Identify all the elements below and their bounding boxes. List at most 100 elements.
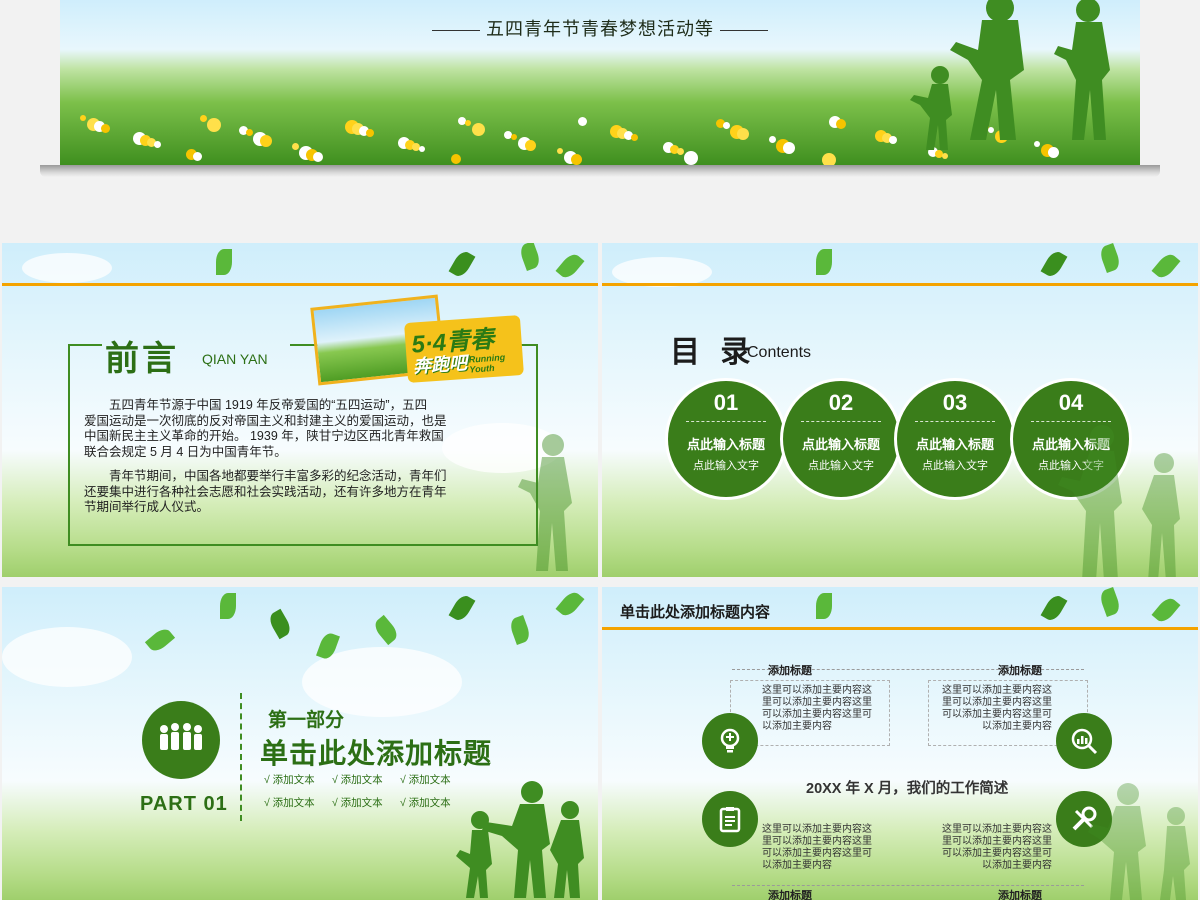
banner-slide[interactable]: 五四青年节青春梦想活动等 (60, 0, 1140, 165)
text-line: 里可以添加主要内容这里 (942, 836, 1052, 847)
text-line: 还要集中进行各种社会志愿和社会实践活动，还有许多地方在青年 (84, 484, 447, 499)
flower (260, 135, 272, 147)
flower (193, 152, 202, 161)
add-text-item[interactable]: √ 添加文本 (332, 795, 383, 810)
text-line: 可以添加主要内容这里可 (762, 709, 872, 720)
item-title: 点此输入标题 (915, 437, 994, 452)
flower (207, 118, 221, 132)
banner-shadow (40, 165, 1160, 177)
text-line: 青年节期间，中国各地都要举行丰富多彩的纪念活动，青年们 (109, 469, 447, 483)
youth-logo: 5·4青春 奔跑吧 Running Youth (404, 315, 524, 383)
cloud (2, 627, 132, 687)
banner-title: 五四青年节青春梦想活动等 (486, 19, 714, 39)
flower (80, 115, 86, 121)
leaf (555, 250, 585, 282)
leaf (371, 614, 401, 646)
flower (419, 146, 425, 152)
flower (557, 148, 563, 154)
flower (677, 148, 684, 155)
block-heading: 添加标题 (998, 665, 1042, 677)
item-subtitle: 点此输入文字 (922, 460, 988, 472)
preface-paragraph-2: 青年节期间，中国各地都要举行丰富多彩的纪念活动，青年们 还要集中进行各种社会志愿… (84, 469, 524, 516)
item-number: 03 (942, 390, 968, 415)
contents-slide[interactable]: 目 录 Contents 01 点此输入标题 点此输入文字 02 点此输入标题 … (602, 243, 1198, 577)
block-heading: 添加标题 (998, 890, 1042, 900)
part-slide[interactable]: PART 01 第一部分 单击此处添加标题 √ 添加文本 √ 添加文本 √ 添加… (2, 587, 598, 900)
text-line: 里可以添加主要内容这里 (942, 697, 1052, 708)
item-number: 01 (713, 390, 739, 415)
block-text: 这里可以添加主要内容这 里可以添加主要内容这里 可以添加主要内容这里可 以添加主… (940, 824, 1052, 872)
text-line: 可以添加主要内容这里可 (942, 848, 1052, 859)
text-line: 这里可以添加主要内容这 (762, 685, 872, 696)
leaf (266, 608, 294, 640)
add-text-item[interactable]: √ 添加文本 (264, 772, 315, 787)
flower (511, 134, 517, 140)
flower (472, 123, 485, 136)
preface-subtitle: QIAN YAN (202, 351, 268, 367)
text-line: 这里可以添加主要内容这 (762, 824, 872, 835)
flower (313, 152, 323, 162)
contents-subtitle: Contents (747, 344, 812, 361)
leaf (448, 248, 476, 280)
title-dash-right (720, 29, 768, 31)
contents-item-1[interactable]: 01 点此输入标题 点此输入文字 (665, 378, 787, 500)
leaf (144, 625, 176, 655)
part-title[interactable]: 单击此处添加标题 (260, 732, 492, 772)
flower (783, 142, 795, 154)
cloud (22, 253, 112, 283)
block-heading: 添加标题 (768, 890, 812, 900)
text-line: 以添加主要内容 (762, 860, 832, 871)
text-line: 中国新民主主义革命的开始。 1939 年，陕甘宁边区西北青年救国 (84, 429, 444, 443)
block-text: 这里可以添加主要内容这 里可以添加主要内容这里 可以添加主要内容这里可 以添加主… (762, 824, 874, 872)
slide-title[interactable]: 单击此处添加标题内容 (620, 601, 770, 622)
contents-title: 目 录 (670, 336, 757, 369)
logo-line3: Running Youth (468, 352, 506, 375)
flower (723, 122, 730, 129)
text-line: 以添加主要内容 (762, 721, 832, 732)
lightbulb-icon (702, 713, 758, 769)
contents-item-3[interactable]: 03 点此输入标题 点此输入文字 (894, 378, 1016, 500)
leaf (220, 593, 236, 619)
block-text: 这里可以添加主要内容这 里可以添加主要内容这里 可以添加主要内容这里可 以添加主… (940, 685, 1052, 733)
contents-item-2[interactable]: 02 点此输入标题 点此输入文字 (780, 378, 902, 500)
item-divider (801, 421, 881, 422)
text-line: 以添加主要内容 (982, 860, 1052, 871)
leaf (1040, 592, 1068, 624)
add-text-item[interactable]: √ 添加文本 (264, 795, 315, 810)
item-subtitle: 点此输入文字 (808, 460, 874, 472)
logo-line2: 奔跑吧 (412, 352, 468, 377)
running-kids-silhouette (456, 781, 584, 898)
text-line: 可以添加主要内容这里可 (942, 709, 1052, 720)
title-dash-left (432, 29, 480, 31)
text-line: 节期间举行成人仪式。 (84, 500, 210, 514)
text-line: 可以添加主要内容这里可 (762, 848, 872, 859)
preface-slide[interactable]: 前言 QIAN YAN 5·4青春 奔跑吧 Running Youth 五四青年… (2, 243, 598, 577)
leaf (1151, 250, 1181, 282)
flower (578, 117, 587, 126)
runner-silhouette (1058, 425, 1180, 577)
flower (631, 134, 638, 141)
flower (465, 120, 471, 126)
running-kids-silhouette (910, 0, 1110, 150)
leaf (1151, 594, 1181, 626)
people-group-icon (142, 701, 220, 779)
flower (737, 128, 749, 140)
block-text: 这里可以添加主要内容这 里可以添加主要内容这里 可以添加主要内容这里可 以添加主… (762, 685, 874, 733)
flower (366, 129, 374, 137)
leaf (1098, 587, 1122, 617)
flower (525, 140, 536, 151)
flower (684, 151, 698, 165)
leaf (216, 249, 232, 275)
part-heading: 第一部分 (268, 710, 345, 731)
work-slide[interactable]: 单击此处添加标题内容 添加标题 这里可以添加主要内容这 里可以添加主要内容这里 … (602, 587, 1198, 900)
part-label: PART 01 (140, 793, 228, 815)
flower (101, 124, 110, 133)
header-divider (602, 283, 1198, 286)
work-summary-heading: 20XX 年 X 月，我们的工作简述 (806, 781, 1009, 797)
item-title: 点此输入标题 (801, 437, 880, 452)
leaf (448, 592, 476, 624)
text-line: 里可以添加主要内容这里 (762, 697, 872, 708)
add-text-item[interactable]: √ 添加文本 (332, 772, 383, 787)
flower (154, 141, 161, 148)
text-line: 爱国运动是一次彻底的反对帝国主义和封建主义的爱国运动，也是 (84, 413, 447, 428)
